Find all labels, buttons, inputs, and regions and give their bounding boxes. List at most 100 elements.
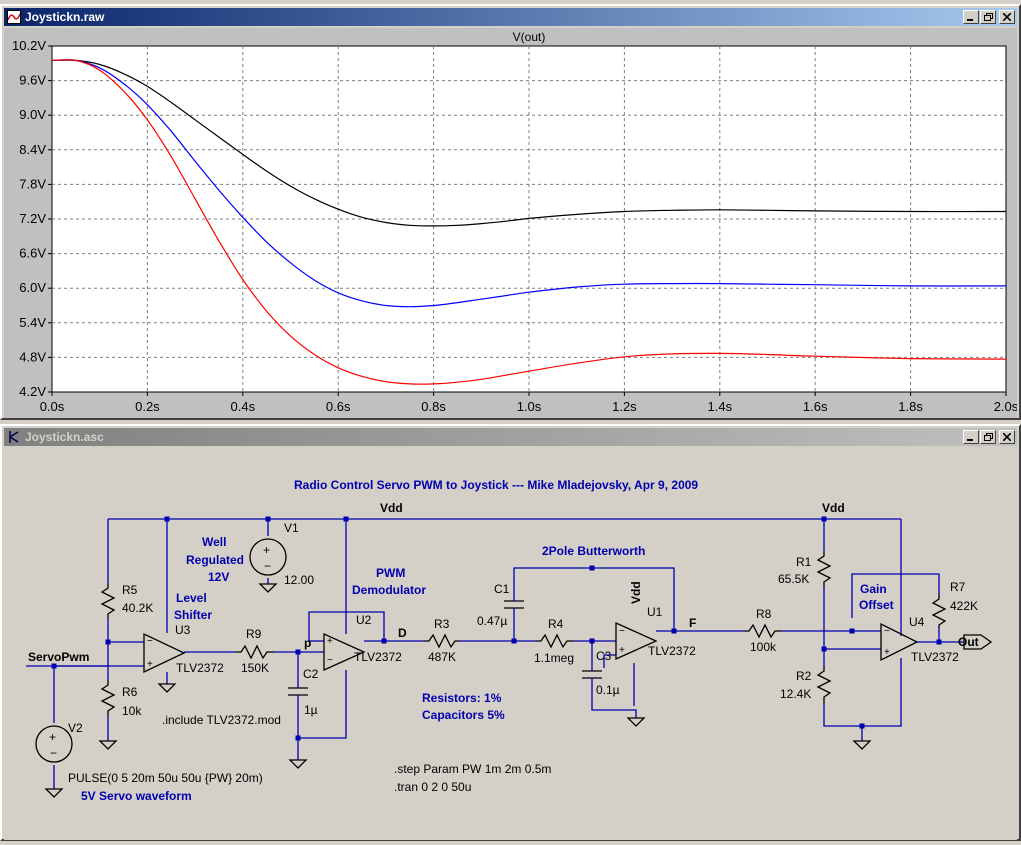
c3-label: C3 bbox=[596, 649, 612, 663]
u2-label: U2 bbox=[356, 613, 372, 627]
y-tick-label: 6.0V bbox=[19, 280, 46, 295]
u1-value: TLV2372 bbox=[648, 644, 696, 658]
svg-text:−: − bbox=[327, 655, 333, 666]
y-tick-label: 4.2V bbox=[19, 384, 46, 399]
minimize-button[interactable] bbox=[963, 430, 979, 444]
y-tick-label: 6.6V bbox=[19, 246, 46, 261]
r7-value: 422K bbox=[950, 599, 978, 613]
net-f: F bbox=[689, 616, 696, 630]
close-button[interactable] bbox=[999, 430, 1015, 444]
r3-label: R3 bbox=[434, 617, 450, 631]
r6-label: R6 bbox=[122, 685, 138, 699]
u3-value: TLV2372 bbox=[176, 661, 224, 675]
x-tick-label: 0.4s bbox=[231, 399, 256, 414]
ground-icon bbox=[258, 583, 278, 593]
x-tick-label: 0.6s bbox=[326, 399, 351, 414]
ground-icon bbox=[157, 683, 177, 693]
schematic-window-titlebar[interactable]: Joystickn.asc bbox=[4, 428, 1017, 446]
y-tick-label: 7.2V bbox=[19, 211, 46, 226]
x-tick-label: 0.0s bbox=[40, 399, 65, 414]
r6-value: 10k bbox=[122, 704, 142, 718]
close-icon bbox=[1003, 433, 1011, 441]
r5-label: R5 bbox=[122, 583, 138, 597]
plot-window-title: Joystickn.raw bbox=[25, 10, 105, 24]
minimize-button[interactable] bbox=[963, 10, 979, 24]
r9-symbol bbox=[236, 644, 274, 660]
tran-directive: .tran 0 2 0 50u bbox=[394, 780, 471, 794]
plot-window: Joystickn.raw V(out) 0.0s 0.2s 0.4s 0.6s 0.8… bbox=[0, 4, 1021, 420]
trace-label[interactable]: V(out) bbox=[513, 30, 546, 44]
svg-text:+: + bbox=[327, 636, 333, 647]
c2-label: C2 bbox=[303, 667, 319, 681]
svg-text:+: + bbox=[884, 647, 890, 658]
y-tick-label: 4.8V bbox=[19, 349, 46, 364]
r2-label: R2 bbox=[796, 669, 812, 683]
minimize-icon bbox=[967, 19, 973, 21]
waveform-icon bbox=[7, 10, 21, 24]
r8-label: R8 bbox=[756, 607, 772, 621]
restore-button[interactable] bbox=[980, 430, 996, 444]
note-12v: 12V bbox=[208, 570, 229, 584]
y-tick-label: 9.0V bbox=[19, 107, 46, 122]
r3-value: 487K bbox=[428, 650, 456, 664]
r3-symbol bbox=[424, 633, 460, 649]
r1-label: R1 bbox=[796, 555, 812, 569]
svg-text:−: − bbox=[147, 636, 153, 647]
y-tick-label: 10.2V bbox=[12, 38, 46, 53]
ground-icon bbox=[852, 740, 872, 750]
y-tick-label: 7.8V bbox=[19, 176, 46, 191]
note-offset: Offset bbox=[859, 598, 894, 612]
r7-symbol bbox=[931, 594, 947, 628]
note-well: Well bbox=[202, 535, 226, 549]
minimize-icon bbox=[967, 439, 973, 441]
x-tick-label: 1.8s bbox=[898, 399, 923, 414]
x-tick-label: 1.4s bbox=[708, 399, 733, 414]
plot-window-titlebar[interactable]: Joystickn.raw bbox=[4, 8, 1017, 26]
schematic-title: Radio Control Servo PWM to Joystick --- … bbox=[294, 478, 698, 492]
x-tick-label: 1.0s bbox=[517, 399, 542, 414]
step-directive: .step Param PW 1m 2m 0.5m bbox=[394, 762, 551, 776]
close-button[interactable] bbox=[999, 10, 1015, 24]
note-regulated: Regulated bbox=[186, 553, 244, 567]
ground-icon bbox=[288, 759, 308, 769]
r4-value: 1.1meg bbox=[534, 651, 574, 665]
u1-supply-label: Vdd bbox=[629, 581, 643, 604]
svg-text:+: + bbox=[619, 645, 625, 656]
schematic-canvas[interactable]: − + + − − + − + + − + − V1 12.00 R5 40.2… bbox=[4, 448, 1017, 840]
v2-label: V2 bbox=[68, 721, 83, 735]
restore-icon bbox=[983, 433, 993, 441]
waveform-chart[interactable]: V(out) 0.0s 0.2s 0.4s 0.6s 0.8s 1.0s 1.2s 1.4s 1… bbox=[4, 28, 1019, 418]
c1-value: 0.47µ bbox=[477, 614, 507, 628]
r5-value: 40.2K bbox=[122, 601, 153, 615]
capacitor-symbols bbox=[288, 590, 602, 706]
net-vdd-left: Vdd bbox=[380, 501, 403, 515]
note-shifter: Shifter bbox=[174, 608, 212, 622]
y-tick-label: 5.4V bbox=[19, 315, 46, 330]
r9-value: 150K bbox=[241, 661, 269, 675]
v1-symbol: +− bbox=[249, 538, 287, 576]
svg-text:+: + bbox=[147, 659, 153, 670]
wires bbox=[26, 518, 964, 789]
v1-label: V1 bbox=[284, 521, 299, 535]
r1-value: 65.5K bbox=[778, 572, 809, 586]
schematic-window-title: Joystickn.asc bbox=[25, 430, 104, 444]
r5-symbol bbox=[100, 583, 116, 618]
r2-symbol bbox=[816, 666, 832, 704]
net-p: p bbox=[304, 636, 311, 650]
u1-label: U1 bbox=[647, 605, 663, 619]
svg-text:−: − bbox=[50, 746, 57, 760]
note-servo-waveform: 5V Servo waveform bbox=[81, 789, 192, 803]
svg-text:−: − bbox=[884, 626, 890, 637]
svg-text:−: − bbox=[619, 626, 625, 637]
schematic-icon bbox=[9, 431, 19, 443]
svg-text:+: + bbox=[49, 730, 56, 744]
c2-symbol bbox=[288, 678, 308, 706]
net-d: D bbox=[398, 626, 407, 640]
r8-symbol bbox=[744, 623, 782, 639]
r7-label: R7 bbox=[950, 580, 966, 594]
r2-value: 12.4K bbox=[780, 687, 811, 701]
u4-value: TLV2372 bbox=[911, 650, 959, 664]
plot-area[interactable]: V(out) 0.0s 0.2s 0.4s 0.6s 0.8s 1.0s 1.2s 1.4s 1… bbox=[4, 28, 1019, 418]
u2-value: TLV2372 bbox=[354, 650, 402, 664]
restore-button[interactable] bbox=[980, 10, 996, 24]
